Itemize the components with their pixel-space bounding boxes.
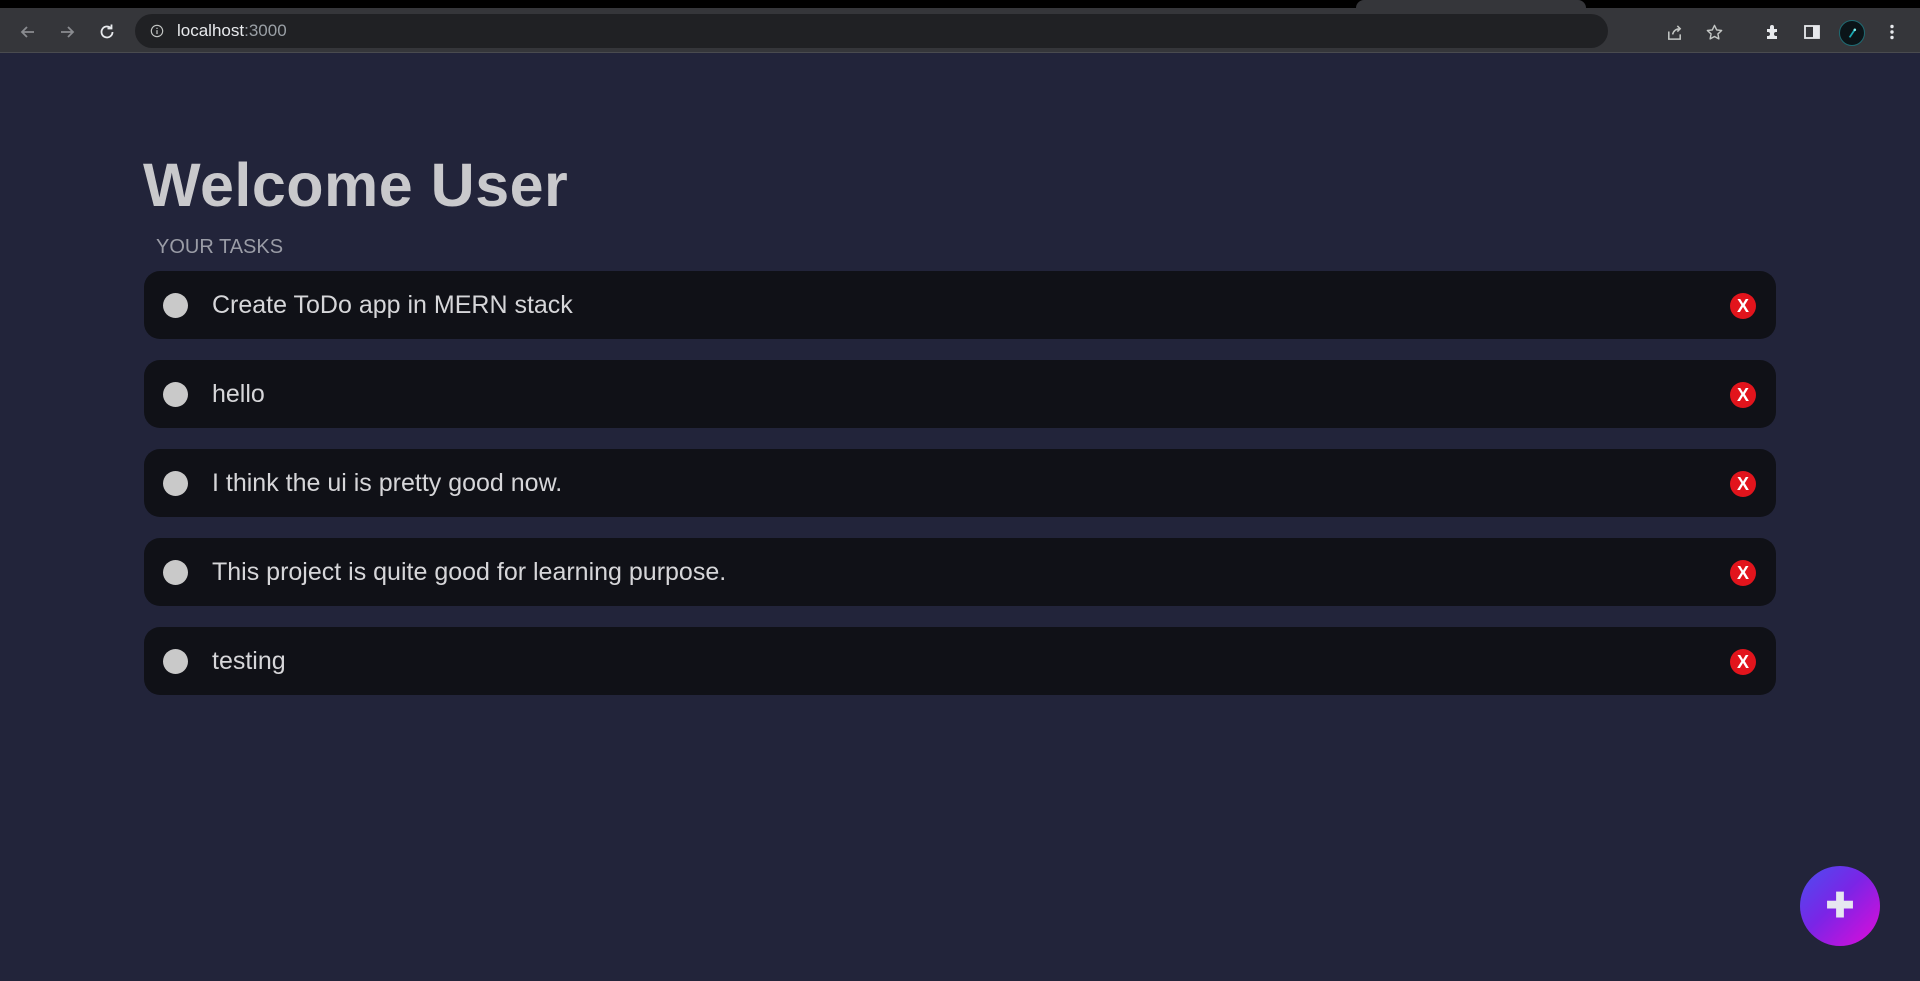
task-text: testing (212, 646, 286, 675)
delete-task-button[interactable]: X (1730, 560, 1756, 586)
task-checkbox[interactable] (163, 382, 188, 407)
task-list: Create ToDo app in MERN stack X hello X … (144, 271, 1776, 716)
task-checkbox[interactable] (163, 649, 188, 674)
url-port: :3000 (244, 21, 287, 40)
profile-avatar[interactable] (1839, 20, 1865, 46)
url-host: localhost (177, 21, 245, 40)
reload-button[interactable] (93, 18, 121, 46)
browser-menu-button[interactable] (1878, 18, 1906, 46)
page-title: Welcome User (143, 151, 569, 219)
task-text: Create ToDo app in MERN stack (212, 290, 573, 319)
task-text: This project is quite good for learning … (212, 557, 727, 586)
task-checkbox[interactable] (163, 471, 188, 496)
kebab-menu-icon (1890, 24, 1894, 40)
task-item[interactable]: This project is quite good for learning … (144, 538, 1776, 606)
task-checkbox[interactable] (163, 293, 188, 318)
forward-button[interactable] (53, 18, 81, 46)
extensions-button[interactable] (1759, 18, 1787, 46)
task-text: hello (212, 379, 265, 408)
task-item[interactable]: testing X (144, 627, 1776, 695)
share-icon[interactable] (1663, 21, 1685, 43)
info-icon[interactable] (149, 23, 165, 39)
star-icon[interactable] (1703, 21, 1725, 43)
task-item[interactable]: hello X (144, 360, 1776, 428)
delete-task-button[interactable]: X (1730, 293, 1756, 319)
arrow-left-icon (20, 26, 34, 38)
task-checkbox[interactable] (163, 560, 188, 585)
reload-icon (100, 24, 114, 39)
delete-task-button[interactable]: X (1730, 471, 1756, 497)
back-button[interactable] (14, 18, 42, 46)
delete-task-button[interactable]: X (1730, 649, 1756, 675)
side-panel-icon (1804, 25, 1820, 39)
tab-strip (0, 0, 1920, 8)
task-item[interactable]: I think the ui is pretty good now. X (144, 449, 1776, 517)
task-item[interactable]: Create ToDo app in MERN stack X (144, 271, 1776, 339)
delete-task-button[interactable]: X (1730, 382, 1756, 408)
puzzle-icon (1767, 25, 1777, 39)
task-text: I think the ui is pretty good now. (212, 468, 563, 497)
section-label: YOUR TASKS (156, 236, 284, 258)
browser-toolbar: localhost:3000 (0, 8, 1920, 53)
url-text[interactable]: localhost:3000 (177, 21, 287, 41)
side-panel-button[interactable] (1798, 18, 1826, 46)
active-tab[interactable] (1356, 0, 1586, 8)
address-bar[interactable]: localhost:3000 (135, 14, 1722, 48)
arrow-right-icon (61, 26, 75, 38)
add-task-button[interactable]: ✚ (1800, 866, 1880, 946)
